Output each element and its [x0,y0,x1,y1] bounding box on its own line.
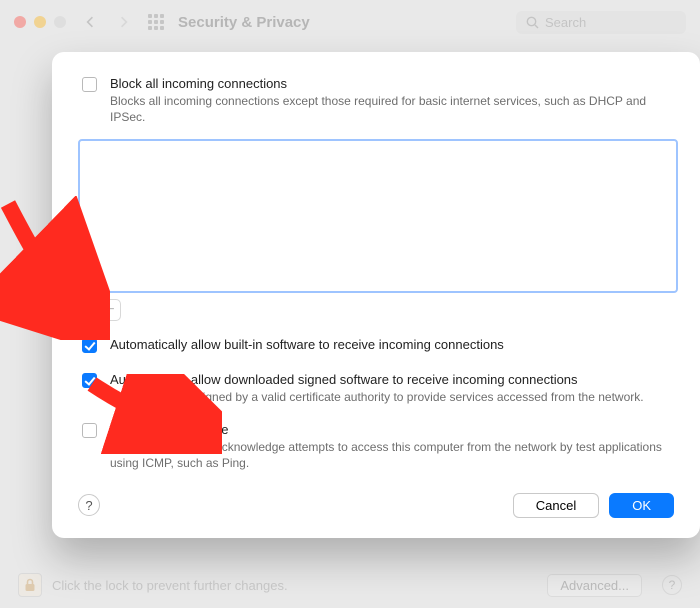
sheet-help-button[interactable]: ? [78,494,100,516]
zoom-window-icon[interactable] [54,16,66,28]
auto-signed-checkbox[interactable] [82,373,97,388]
cancel-button[interactable]: Cancel [513,493,599,518]
auto-builtin-checkbox[interactable] [82,338,97,353]
window-controls [14,16,66,28]
auto-builtin-title: Automatically allow built-in software to… [110,337,504,352]
help-icon[interactable]: ? [662,575,682,595]
add-app-button[interactable]: + [78,299,100,321]
lock-icon[interactable] [18,573,42,597]
minimize-window-icon[interactable] [34,16,46,28]
window-titlebar: Security & Privacy Search [0,0,700,44]
search-placeholder: Search [545,15,586,30]
plus-minus-group: + − [78,299,674,321]
advanced-button[interactable]: Advanced... [547,574,642,597]
firewall-options-sheet: Block all incoming connections Blocks al… [52,52,700,538]
chevron-right-icon [120,15,128,29]
sheet-button-row: ? Cancel OK [78,493,674,518]
search-field[interactable]: Search [516,11,686,34]
search-icon [526,16,539,29]
stealth-checkbox[interactable] [82,423,97,438]
ok-button[interactable]: OK [609,493,674,518]
auto-builtin-option: Automatically allow built-in software to… [78,337,674,356]
stealth-option: Enable stealth mode Don't respond to or … [78,422,674,471]
close-window-icon[interactable] [14,16,26,28]
lock-hint-text: Click the lock to prevent further change… [52,578,288,593]
back-button[interactable] [80,12,100,32]
chevron-left-icon [86,15,94,29]
block-all-desc: Blocks all incoming connections except t… [110,93,674,125]
window-footer: Click the lock to prevent further change… [0,562,700,608]
stealth-title: Enable stealth mode [110,422,674,437]
forward-button[interactable] [114,12,134,32]
window-title: Security & Privacy [178,14,310,31]
auto-signed-desc: Allows software signed by a valid certif… [110,389,644,405]
block-all-title: Block all incoming connections [110,76,674,91]
auto-signed-title: Automatically allow downloaded signed so… [110,372,644,387]
auto-signed-option: Automatically allow downloaded signed so… [78,372,674,405]
show-all-icon[interactable] [148,14,164,30]
block-all-checkbox[interactable] [82,77,97,92]
app-list[interactable] [78,139,678,293]
remove-app-button[interactable]: − [99,299,121,321]
padlock-icon [24,578,36,592]
stealth-desc: Don't respond to or acknowledge attempts… [110,439,674,471]
block-all-option: Block all incoming connections Blocks al… [78,76,674,125]
